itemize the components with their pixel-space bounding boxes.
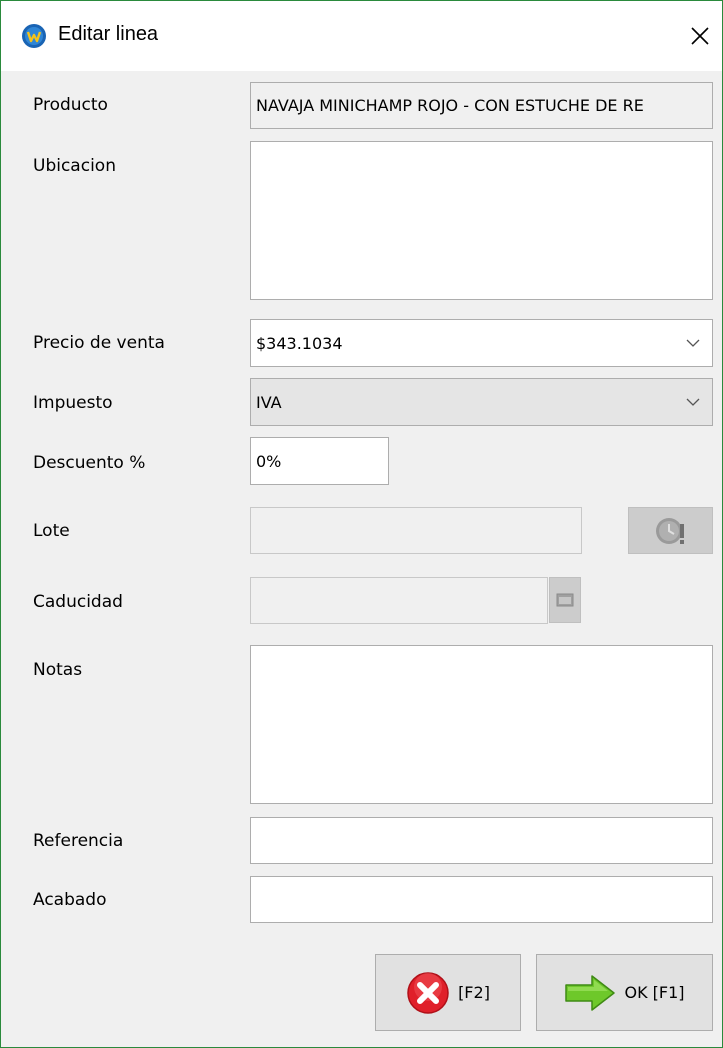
notas-textarea[interactable] — [250, 645, 713, 804]
lote-label: Lote — [33, 521, 70, 541]
window-title: Editar linea — [58, 23, 159, 45]
descuento-input[interactable]: 0% — [250, 437, 389, 485]
chevron-down-icon[interactable] — [686, 397, 700, 407]
impuesto-select[interactable]: IVA — [250, 378, 713, 426]
app-logo-icon — [22, 24, 46, 48]
caducidad-label: Caducidad — [33, 592, 123, 612]
calendar-icon — [556, 593, 574, 607]
precio-value: $343.1034 — [256, 333, 343, 353]
ubicacion-label: Ubicacion — [33, 156, 116, 176]
ok-button[interactable]: OK [F1] — [536, 954, 713, 1031]
precio-label: Precio de venta — [33, 333, 165, 353]
referencia-input[interactable] — [250, 817, 713, 864]
impuesto-value: IVA — [256, 392, 282, 412]
descuento-label: Descuento % — [33, 453, 146, 473]
cancel-x-icon — [407, 971, 449, 1014]
close-icon[interactable] — [683, 19, 717, 53]
impuesto-label: Impuesto — [33, 393, 113, 413]
lote-input[interactable] — [250, 507, 582, 554]
ubicacion-textarea[interactable] — [250, 141, 713, 300]
lote-lookup-button[interactable] — [628, 507, 713, 554]
calendar-button[interactable] — [549, 577, 581, 623]
producto-label: Producto — [33, 95, 108, 115]
precio-select[interactable]: $343.1034 — [250, 319, 713, 367]
edit-line-dialog: Editar linea Producto NAVAJA MINICHAMP R… — [0, 0, 723, 1048]
title-bar: Editar linea — [1, 1, 722, 71]
acabado-label: Acabado — [33, 890, 107, 910]
green-arrow-icon — [565, 974, 616, 1011]
cancel-button-label: [F2] — [458, 983, 490, 1002]
clock-icon — [655, 517, 684, 544]
chevron-down-icon[interactable] — [686, 338, 700, 348]
notas-label: Notas — [33, 660, 83, 680]
caducidad-input[interactable] — [250, 577, 548, 624]
producto-field[interactable]: NAVAJA MINICHAMP ROJO - CON ESTUCHE DE R… — [250, 82, 713, 129]
referencia-label: Referencia — [33, 831, 124, 851]
acabado-input[interactable] — [250, 876, 713, 923]
cancel-button[interactable]: [F2] — [375, 954, 521, 1031]
ok-button-label: OK [F1] — [624, 983, 685, 1002]
